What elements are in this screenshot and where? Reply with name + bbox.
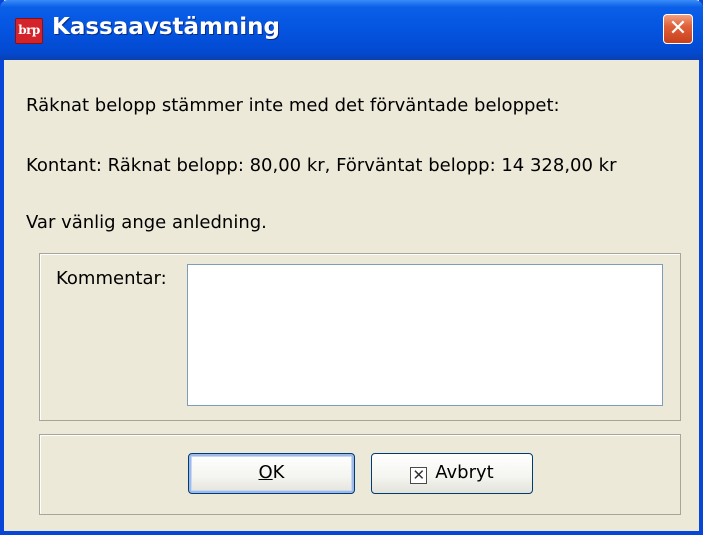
- comment-label: Kommentar:: [56, 268, 167, 289]
- cancel-button[interactable]: ✕ Avbryt: [371, 453, 533, 494]
- mismatch-message: Räknat belopp stämmer inte med det förvä…: [26, 95, 560, 116]
- close-button[interactable]: ✕: [663, 14, 693, 44]
- window-title: Kassaavstämning: [52, 14, 281, 40]
- comment-input[interactable]: [187, 264, 663, 406]
- dialog-window: brp Kassaavstämning ✕ Räknat belopp stäm…: [0, 0, 703, 535]
- comment-panel: Kommentar:: [39, 253, 681, 421]
- reason-prompt: Var vänlig ange anledning.: [26, 212, 267, 233]
- cancel-label: Avbryt: [435, 462, 494, 483]
- ok-label-rest: K: [272, 462, 285, 483]
- brp-app-icon: brp: [15, 18, 43, 44]
- title-bar[interactable]: brp Kassaavstämning ✕: [0, 0, 703, 60]
- ok-mnemonic: O: [258, 462, 273, 483]
- ok-button[interactable]: OK: [188, 453, 355, 494]
- cancel-x-icon: ✕: [410, 467, 428, 484]
- amounts-message: Kontant: Räknat belopp: 80,00 kr, Förvän…: [26, 155, 617, 176]
- button-panel: OK ✕ Avbryt: [39, 434, 681, 515]
- close-icon: ✕: [668, 16, 688, 41]
